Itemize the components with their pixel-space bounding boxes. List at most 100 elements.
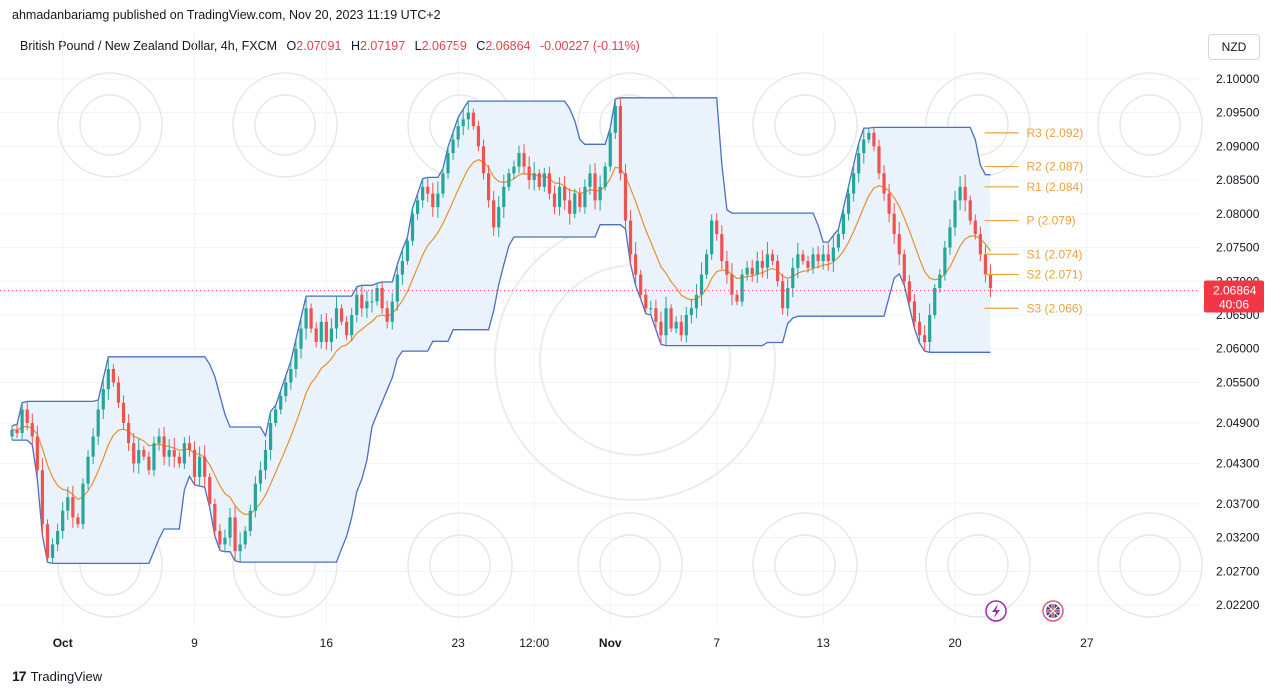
candle-body <box>704 254 709 275</box>
watermark-seal <box>407 512 513 618</box>
candle-body <box>831 247 835 262</box>
candle-body <box>628 220 633 255</box>
candle-body <box>350 315 354 336</box>
current-price-tag: 2.0686440:06 <box>1204 280 1264 313</box>
candle-body <box>497 207 501 228</box>
candle-body <box>664 308 668 336</box>
candle-body <box>279 395 283 410</box>
time-tick-label: 12:00 <box>519 636 549 650</box>
time-tick-label: 27 <box>1080 636 1094 650</box>
candle-body <box>329 328 334 342</box>
candle-body <box>20 409 24 434</box>
price-chart[interactable]: R3 (2.092) R2 (2.087) R1 (2.084) P (2.079) S… <box>0 0 1280 695</box>
current-price-label: 2.06864 <box>1213 283 1257 297</box>
candle-body <box>902 254 906 282</box>
candle-body <box>801 254 805 262</box>
candle-body <box>933 288 937 316</box>
candle-body <box>192 449 197 477</box>
candle-body <box>268 422 273 450</box>
candle-body <box>400 261 404 275</box>
candle <box>603 162 607 191</box>
watermark-seal <box>925 512 1031 618</box>
candle-body <box>25 409 29 423</box>
candle-body <box>421 186 425 201</box>
candle-body <box>872 132 876 147</box>
candle-body <box>593 173 597 201</box>
candle-body <box>507 173 511 187</box>
candle-body <box>360 294 364 309</box>
candle-body <box>953 200 957 228</box>
price-axis[interactable]: 2.10000 2.09500 2.09000 2.08500 2.08000 2.075… <box>1204 72 1264 612</box>
tradingview-brand[interactable]: TradingView <box>31 669 103 684</box>
candle-body <box>674 321 678 329</box>
pivot-label: S1 (2.074) <box>1027 247 1083 261</box>
time-tick-label: 20 <box>948 636 962 650</box>
candle-body <box>152 443 156 471</box>
candle-body <box>456 126 460 140</box>
candle-body <box>912 301 917 322</box>
watermark-seal-inner <box>774 534 836 596</box>
price-channel <box>11 97 991 565</box>
candle-body <box>639 274 643 295</box>
candle-body <box>679 321 683 336</box>
candle-body <box>715 220 719 235</box>
candle-body <box>745 267 749 275</box>
candle-body <box>294 348 298 369</box>
candle-body <box>943 247 947 275</box>
candle-body <box>522 153 526 167</box>
candle-body <box>40 470 45 525</box>
candle-body <box>720 234 724 262</box>
candle-body <box>132 443 136 464</box>
candle-body <box>877 146 881 174</box>
watermark-seal <box>1097 512 1203 618</box>
candle-body <box>258 470 263 484</box>
lightning-icon[interactable] <box>985 600 1007 622</box>
candle-body <box>274 409 278 423</box>
price-tick-label: 2.06000 <box>1216 342 1260 356</box>
candle-body <box>223 537 227 545</box>
candle-body <box>233 517 237 552</box>
candle-body <box>608 132 612 167</box>
candle-body <box>96 409 100 437</box>
candle-body <box>826 254 830 262</box>
watermark-seal-inner <box>599 534 661 596</box>
candle-body <box>345 321 349 336</box>
candle-body <box>116 382 121 403</box>
candle-body <box>578 193 582 208</box>
candle-body <box>755 261 759 275</box>
time-axis[interactable]: Oct 9 16 23 12:00 Nov 7 13 20 27 <box>53 636 1094 650</box>
candle-body <box>532 173 536 181</box>
candle-body <box>147 456 151 471</box>
candle-body <box>410 213 415 241</box>
tradingview-logo-icon[interactable]: 17 <box>12 668 27 684</box>
event-icons[interactable] <box>985 600 1064 622</box>
candle-body <box>547 173 552 194</box>
candle-body <box>725 261 729 275</box>
candle-body <box>213 503 217 531</box>
channel-fill <box>12 97 991 564</box>
candle-body <box>289 368 293 383</box>
candle-body <box>811 254 815 268</box>
pivot-level: S3 (2.066) <box>984 301 1083 315</box>
candle-body <box>689 308 693 316</box>
candle-body <box>887 193 891 214</box>
candle-body <box>694 294 699 309</box>
candle <box>81 478 85 530</box>
candle-body <box>684 315 688 336</box>
candle-body <box>167 449 171 457</box>
candle-body <box>197 456 202 477</box>
watermark-seal <box>57 72 163 178</box>
candle-body <box>862 139 866 154</box>
price-tick-label: 2.04300 <box>1216 456 1260 470</box>
candle-body <box>61 510 65 531</box>
uk-flag-icon[interactable] <box>1042 600 1064 622</box>
candle-body <box>796 254 800 268</box>
candle <box>933 283 937 319</box>
price-tick-label: 2.09500 <box>1216 106 1260 120</box>
candle-body <box>846 193 851 214</box>
candle-body <box>573 193 577 214</box>
candle-body <box>654 308 658 322</box>
candle-body <box>917 321 922 336</box>
candle <box>669 304 673 333</box>
candle-body <box>177 456 181 464</box>
